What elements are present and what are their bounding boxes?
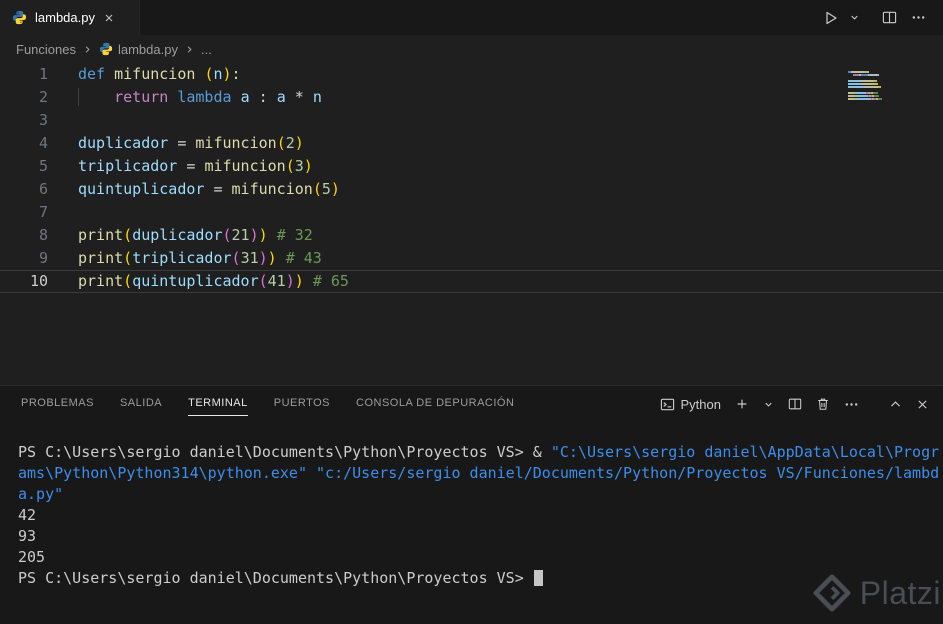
line-number: 1 [38, 65, 48, 83]
terminal-line: 205 [18, 548, 46, 566]
tab-title: lambda.py [35, 10, 95, 25]
panel-header: PROBLEMAS SALIDA TERMINAL PUERTOS CONSOLA DE… [0, 386, 943, 422]
terminal-toolbar: Python [656, 394, 933, 415]
terminal-profile-selector[interactable]: Python [656, 395, 725, 414]
maximize-panel-icon[interactable] [885, 395, 906, 414]
run-dropdown-chevron-icon[interactable] [844, 12, 865, 23]
tab-bar: lambda.py [0, 0, 943, 35]
line-number: 8 [38, 226, 48, 244]
panel-tab-puertos[interactable]: PUERTOS [274, 386, 330, 422]
terminal[interactable]: PS C:\Users\sergio daniel\Documents\Pyth… [0, 422, 943, 589]
new-terminal-icon[interactable] [731, 394, 753, 414]
line-number: 7 [38, 203, 48, 221]
terminal-output: PS C:\Users\sergio daniel\Documents\Pyth… [18, 442, 943, 589]
editor-actions [818, 0, 943, 35]
breadcrumb-file[interactable]: lambda.py [99, 42, 178, 57]
panel-tab-terminal[interactable]: TERMINAL [188, 386, 248, 422]
minimap[interactable] [848, 71, 898, 101]
code-line-8[interactable]: 8 print(duplicador(21)) # 32 [0, 224, 943, 247]
breadcrumb-folder[interactable]: Funciones [16, 42, 76, 57]
code-line-4[interactable]: 4 duplicador = mifuncion(2) [0, 132, 943, 155]
code-line-9[interactable]: 9 print(triplicador(31)) # 43 [0, 247, 943, 270]
terminal-line: a.py" [18, 485, 64, 503]
chevron-right-icon [184, 44, 195, 55]
panel-tabs: PROBLEMAS SALIDA TERMINAL PUERTOS CONSOLA DE… [21, 386, 540, 422]
split-terminal-icon[interactable] [784, 394, 806, 414]
terminal-profile-label: Python [680, 396, 721, 412]
code-line-3[interactable]: 3 [0, 109, 943, 132]
close-panel-icon[interactable] [912, 395, 933, 414]
more-actions-icon[interactable] [906, 10, 931, 25]
line-number: 5 [38, 157, 48, 175]
python-icon [12, 10, 27, 25]
line-number: 3 [38, 111, 48, 129]
terminal-line: PS C:\Users\sergio daniel\Documents\Pyth… [18, 443, 940, 461]
line-number: 4 [38, 134, 48, 152]
split-editor-icon[interactable] [877, 10, 902, 25]
line-number: 6 [38, 180, 48, 198]
code-line-2[interactable]: 2 return lambda a : a * n [0, 86, 943, 109]
tab-lambda-py[interactable]: lambda.py [0, 0, 140, 35]
terminal-line: 93 [18, 527, 37, 545]
terminal-line: 42 [18, 506, 37, 524]
terminal-icon [660, 397, 675, 412]
kill-terminal-icon[interactable] [812, 394, 834, 414]
terminal-cursor [533, 570, 543, 586]
panel-tab-salida[interactable]: SALIDA [120, 386, 162, 422]
python-icon [99, 42, 113, 56]
bottom-panel: PROBLEMAS SALIDA TERMINAL PUERTOS CONSOLA DE… [0, 385, 943, 624]
line-number: 2 [38, 88, 48, 106]
breadcrumb-more[interactable]: ... [201, 42, 212, 57]
run-button[interactable] [818, 10, 844, 26]
line-number: 10 [29, 272, 48, 290]
code-editor[interactable]: 1 def mifuncion (n): 2 return lambda a : a… [0, 63, 943, 385]
code-line-5[interactable]: 5 triplicador = mifuncion(3) [0, 155, 943, 178]
line-number: 9 [38, 249, 48, 267]
panel-tab-problemas[interactable]: PROBLEMAS [21, 386, 94, 422]
code-line-1[interactable]: 1 def mifuncion (n): [0, 63, 943, 86]
panel-more-actions-icon[interactable] [840, 394, 863, 415]
code-line-7[interactable]: 7 [0, 201, 943, 224]
code-lines: 1 def mifuncion (n): 2 return lambda a : a… [0, 63, 943, 293]
chevron-right-icon [82, 44, 93, 55]
tab-close-icon[interactable] [103, 12, 115, 24]
code-line-6[interactable]: 6 quintuplicador = mifuncion(5) [0, 178, 943, 201]
breadcrumb: Funciones lambda.py ... [0, 35, 943, 63]
breadcrumb-file-label: lambda.py [117, 41, 178, 57]
code-line-10[interactable]: 10 print(quintuplicador(41)) # 65 [0, 270, 943, 293]
panel-tab-consola-de-depuración[interactable]: CONSOLA DE DEPURACIÓN [356, 386, 514, 422]
terminal-line: ams\Python\Python314\python.exe" "c:/Use… [18, 464, 940, 482]
terminal-line: PS C:\Users\sergio daniel\Documents\Pyth… [18, 568, 943, 589]
terminal-dropdown-chevron-icon[interactable] [759, 396, 778, 413]
